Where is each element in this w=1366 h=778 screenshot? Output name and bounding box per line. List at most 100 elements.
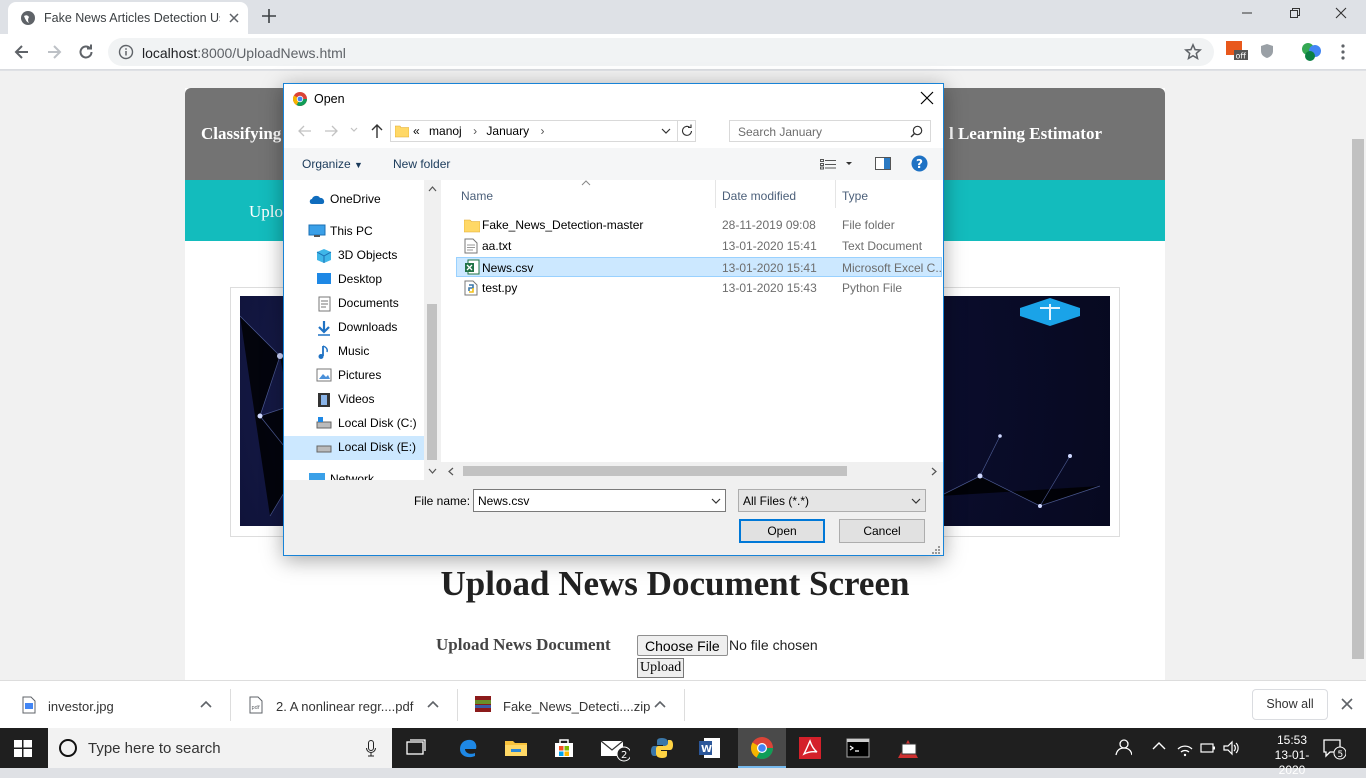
chevron-down-icon[interactable] <box>711 498 721 505</box>
nav-item-videos[interactable]: Videos <box>316 388 432 412</box>
notification-center-icon[interactable]: 5 <box>1322 738 1346 760</box>
chevron-down-icon[interactable] <box>661 128 671 135</box>
new-folder-button[interactable]: New folder <box>393 157 450 171</box>
back-arrow-icon[interactable] <box>12 42 32 62</box>
dialog-address-bar[interactable]: « manoj › January › <box>390 120 696 142</box>
forward-arrow-icon[interactable] <box>324 124 340 138</box>
acrobat-icon[interactable] <box>798 736 822 760</box>
chrome-icon[interactable] <box>750 736 774 760</box>
nav-item-local-disk-c[interactable]: Local Disk (C:) <box>316 412 432 436</box>
shield-icon[interactable] <box>1260 43 1274 59</box>
battery-icon[interactable] <box>1198 739 1216 757</box>
address-bar[interactable]: localhost:8000/UploadNews.html <box>108 38 1214 66</box>
close-window-icon[interactable] <box>1334 6 1348 20</box>
word-icon[interactable]: W <box>698 736 722 760</box>
file-type-filter[interactable]: All Files (*.*) <box>738 489 926 512</box>
choose-file-button[interactable]: Choose File <box>637 635 728 656</box>
kebab-menu-icon[interactable] <box>1340 44 1346 60</box>
nav-item-pictures[interactable]: Pictures <box>316 364 432 388</box>
chevron-right-icon[interactable] <box>931 467 937 476</box>
resize-grip-icon[interactable] <box>931 545 941 555</box>
restore-icon[interactable] <box>1288 6 1302 20</box>
scrollbar-thumb[interactable] <box>463 466 847 476</box>
file-row[interactable]: Fake_News_Detection-master 28-11-2019 09… <box>457 215 943 235</box>
minimize-icon[interactable] <box>1240 6 1254 20</box>
profile-avatar-icon[interactable] <box>1300 41 1322 63</box>
people-icon[interactable] <box>1114 738 1132 756</box>
refresh-icon[interactable] <box>677 121 696 141</box>
nav-pane-scrollbar[interactable] <box>424 180 440 480</box>
chevron-down-icon[interactable] <box>428 468 437 474</box>
snipping-tool-icon[interactable] <box>896 736 920 760</box>
close-icon[interactable] <box>226 10 242 26</box>
column-divider[interactable] <box>835 180 836 208</box>
chevron-up-icon[interactable] <box>654 699 666 709</box>
column-header-date[interactable]: Date modified <box>722 189 796 203</box>
back-arrow-icon[interactable] <box>296 124 312 138</box>
cancel-button[interactable]: Cancel <box>839 519 925 543</box>
file-name-input[interactable]: News.csv <box>473 489 726 512</box>
nav-item-local-disk-e[interactable]: Local Disk (E:) <box>316 436 432 460</box>
page-scrollbar[interactable] <box>1350 71 1366 680</box>
info-icon[interactable] <box>118 44 134 60</box>
task-view-icon[interactable] <box>404 736 428 760</box>
download-item[interactable]: pdf 2. A nonlinear regr....pdf <box>231 681 457 729</box>
chevron-up-icon[interactable] <box>428 186 437 192</box>
upload-button[interactable]: Upload <box>637 658 685 678</box>
edge-browser-icon[interactable] <box>456 736 480 760</box>
python-icon[interactable] <box>650 736 674 760</box>
horizontal-scrollbar[interactable] <box>441 462 943 480</box>
column-header-name[interactable]: Name <box>461 189 493 203</box>
nav-item-downloads[interactable]: Downloads <box>316 316 432 340</box>
file-row-selected[interactable]: News.csv 13-01-2020 15:41 Microsoft Exce… <box>456 257 943 277</box>
windows-start-icon[interactable] <box>14 740 32 757</box>
breadcrumb-item[interactable]: manoj <box>429 124 462 138</box>
chevron-down-icon[interactable] <box>911 498 921 505</box>
dialog-search-box[interactable]: Search January <box>729 120 931 142</box>
file-row[interactable]: aa.txt 13-01-2020 15:41 Text Document <box>457 236 943 256</box>
open-button[interactable]: Open <box>739 519 825 543</box>
nav-item-documents[interactable]: Documents <box>316 292 432 316</box>
taskbar-search-box[interactable]: Type here to search <box>48 728 392 768</box>
recent-dropdown-icon[interactable] <box>350 127 358 133</box>
show-all-button[interactable]: Show all <box>1252 689 1328 720</box>
store-icon[interactable] <box>552 736 576 760</box>
view-options-icon[interactable] <box>820 158 854 170</box>
breadcrumb-chevron-icon[interactable]: › <box>473 124 477 138</box>
chevron-up-icon[interactable] <box>1152 741 1166 751</box>
mail-icon[interactable]: 2 <box>600 736 630 762</box>
organize-menu[interactable]: Organize ▼ <box>302 157 363 171</box>
nav-item-onedrive[interactable]: OneDrive <box>308 188 424 212</box>
extension-off-icon[interactable]: off <box>1226 41 1248 61</box>
new-tab-plus-icon[interactable] <box>260 7 278 25</box>
download-item[interactable]: Fake_News_Detecti....zip <box>458 681 684 729</box>
wifi-icon[interactable] <box>1176 739 1194 757</box>
up-arrow-icon[interactable] <box>370 123 384 139</box>
nav-item-music[interactable]: Music <box>316 340 432 364</box>
nav-item-this-pc[interactable]: This PC <box>308 220 424 244</box>
chevron-up-icon[interactable] <box>200 699 212 709</box>
volume-icon[interactable] <box>1222 739 1240 757</box>
file-explorer-icon[interactable] <box>504 736 528 760</box>
nav-item-network[interactable]: Network <box>308 468 424 480</box>
preview-pane-icon[interactable] <box>875 157 891 170</box>
column-header-type[interactable]: Type <box>842 189 868 203</box>
clock[interactable]: 15:53 13-01-2020 <box>1262 733 1322 778</box>
download-item[interactable]: investor.jpg <box>0 681 230 729</box>
column-divider[interactable] <box>715 180 716 208</box>
browser-tab[interactable]: Fake News Articles Detection Usi <box>8 2 248 34</box>
close-icon[interactable] <box>920 91 934 105</box>
nav-item-3d-objects[interactable]: 3D Objects <box>316 244 432 268</box>
nav-item-desktop[interactable]: Desktop <box>316 268 432 292</box>
reload-icon[interactable] <box>76 42 96 62</box>
bookmark-star-icon[interactable] <box>1184 43 1202 61</box>
scrollbar-thumb[interactable] <box>1352 139 1364 659</box>
dialog-titlebar[interactable]: Open <box>284 84 943 114</box>
chevron-up-icon[interactable] <box>427 699 439 709</box>
command-prompt-icon[interactable] <box>846 736 870 760</box>
nav-link-upload[interactable]: Uplo <box>249 202 283 222</box>
help-icon[interactable]: ? <box>911 155 928 172</box>
breadcrumb-chevron-icon[interactable]: › <box>540 124 544 138</box>
file-row[interactable]: test.py 13-01-2020 15:43 Python File <box>457 278 943 298</box>
close-icon[interactable] <box>1340 697 1354 711</box>
